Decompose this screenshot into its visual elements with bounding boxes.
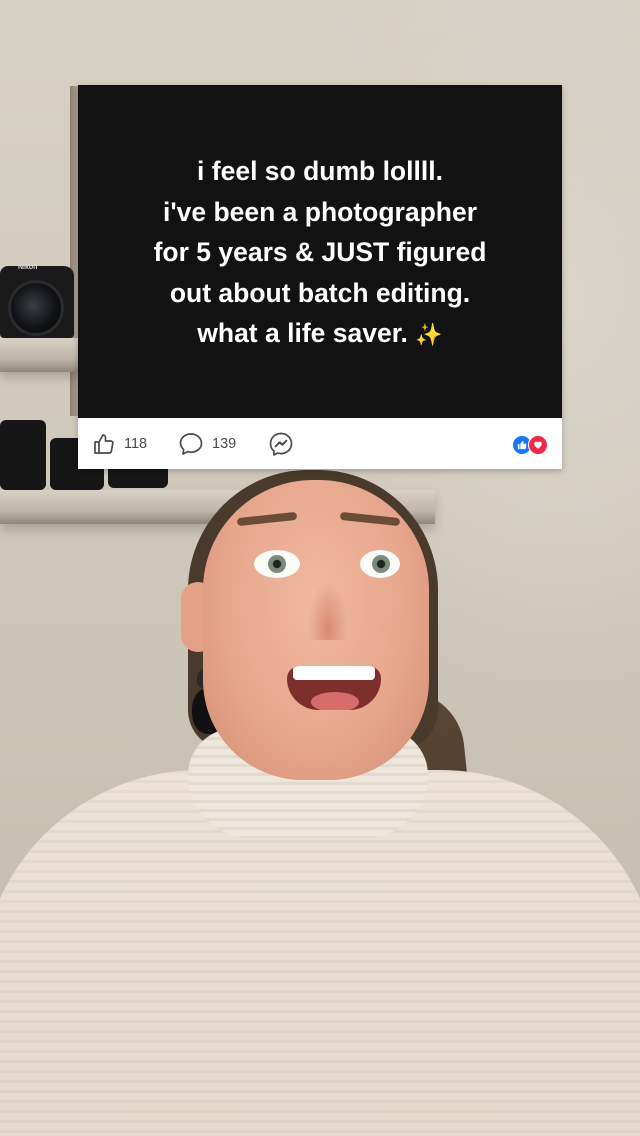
- social-post-card: i feel so dumb lollll. i've been a photo…: [78, 85, 562, 469]
- messenger-share-button[interactable]: [268, 431, 294, 457]
- post-text: i feel so dumb lollll. i've been a photo…: [154, 151, 487, 356]
- nose: [308, 580, 348, 640]
- comment-bubble-icon: [178, 432, 204, 456]
- left-eye: [254, 550, 300, 578]
- post-body: i feel so dumb lollll. i've been a photo…: [78, 85, 562, 418]
- person: [0, 470, 640, 1136]
- right-eye: [360, 550, 400, 578]
- camera-brand: Nikon: [18, 264, 38, 271]
- camera: Nikon: [0, 264, 74, 338]
- mouth: [287, 666, 381, 710]
- post-line: i feel so dumb lollll.: [197, 156, 443, 187]
- like-button[interactable]: 118: [92, 432, 147, 456]
- post-line: what a life saver.: [197, 318, 408, 349]
- comment-count: 139: [212, 435, 237, 452]
- thumbs-up-icon: [92, 432, 116, 456]
- like-count: 118: [124, 435, 148, 452]
- reaction-summary[interactable]: [512, 435, 548, 455]
- messenger-icon: [268, 431, 294, 457]
- post-action-bar: 118 139: [78, 418, 562, 469]
- upper-shelf: [0, 338, 80, 372]
- post-line: for 5 years & JUST figured: [153, 237, 487, 268]
- post-line-last: what a life saver. ✨: [154, 313, 487, 356]
- love-reaction-icon: [528, 435, 548, 455]
- post-line: out about batch editing.: [169, 277, 471, 308]
- comment-button[interactable]: 139: [178, 432, 236, 456]
- camera-lens: [8, 280, 64, 336]
- post-line: i've been a photographer: [162, 196, 478, 227]
- sparkles-emoji: ✨: [415, 322, 443, 348]
